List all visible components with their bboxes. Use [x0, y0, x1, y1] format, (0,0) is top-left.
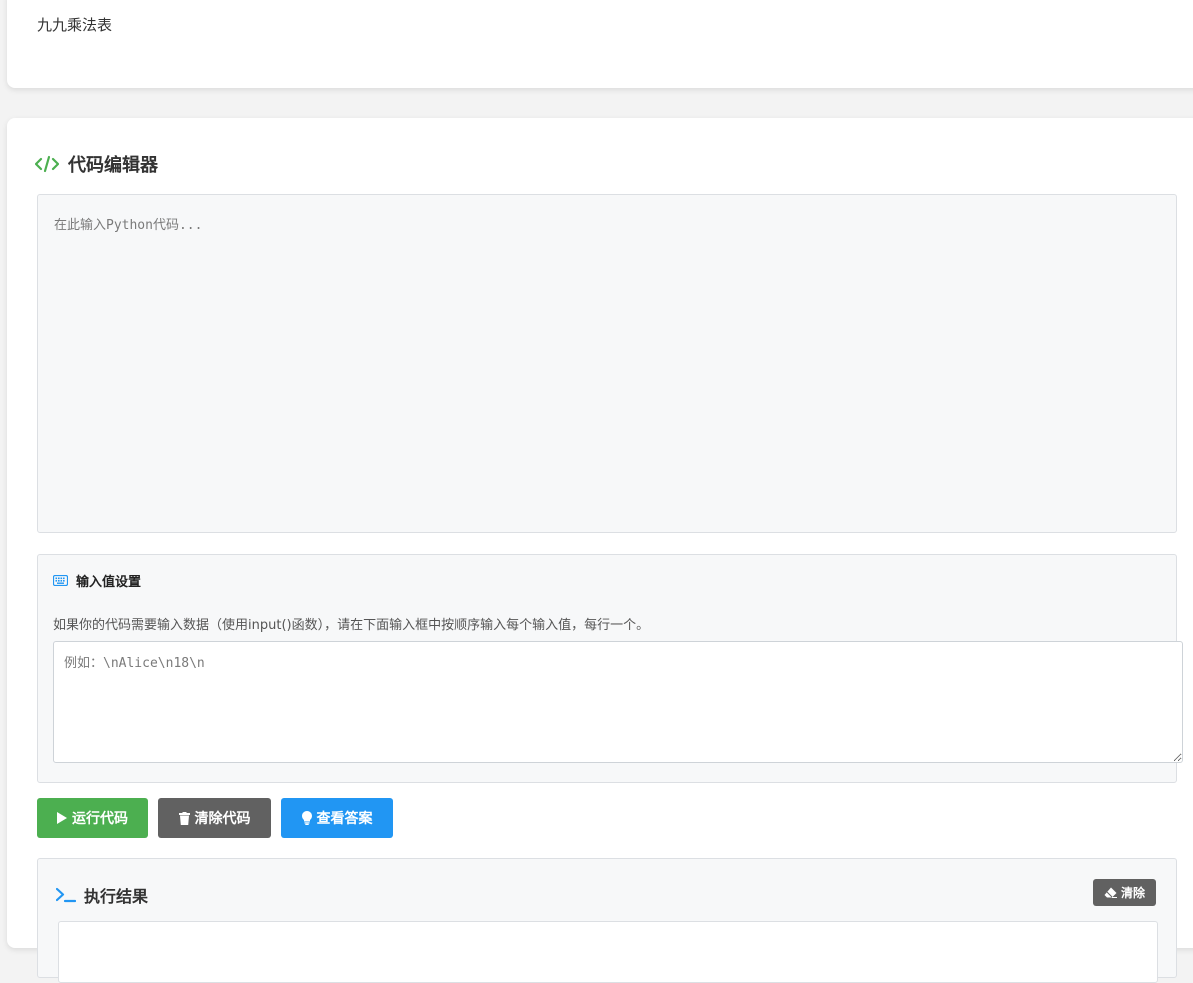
run-code-button[interactable]: 运行代码	[37, 798, 148, 838]
trash-icon	[178, 811, 190, 825]
result-output	[58, 921, 1158, 983]
editor-header: 代码编辑器	[35, 151, 158, 177]
run-code-label: 运行代码	[72, 811, 128, 827]
lightbulb-icon	[301, 811, 312, 825]
keyboard-icon	[53, 575, 68, 586]
play-icon	[57, 812, 67, 824]
terminal-icon	[56, 887, 76, 903]
clear-code-label: 清除代码	[194, 811, 251, 827]
stdin-input-field[interactable]	[53, 641, 1183, 763]
problem-title: 九九乘法表	[37, 16, 113, 34]
clear-result-button[interactable]: 清除	[1093, 879, 1156, 906]
clear-result-label: 清除	[1120, 886, 1145, 900]
input-settings-description: 如果你的代码需要输入数据（使用input()函数），请在下面输入框中按顺序输入每…	[53, 618, 650, 633]
result-title: 执行结果	[84, 887, 149, 906]
code-icon	[35, 155, 59, 173]
editor-title: 代码编辑器	[68, 155, 158, 176]
clear-code-button[interactable]: 清除代码	[158, 798, 271, 838]
result-header: 执行结果	[56, 883, 148, 907]
input-settings-title: 输入值设置	[76, 575, 142, 590]
input-settings-panel: 输入值设置 如果你的代码需要输入数据（使用input()函数），请在下面输入框中…	[37, 554, 1183, 783]
code-editor-card: 代码编辑器 输入值设置 如果你的代码需要输入数据（使用input()函数），请在…	[7, 118, 1193, 983]
view-answer-label: 查看答案	[316, 811, 373, 827]
input-settings-header: 输入值设置	[53, 571, 141, 590]
result-panel: 执行结果 清除	[37, 858, 1177, 983]
eraser-icon	[1104, 887, 1117, 898]
problem-card: 九九乘法表	[7, 0, 1193, 88]
view-answer-button[interactable]: 查看答案	[281, 798, 393, 838]
code-editor-input[interactable]	[37, 194, 1177, 533]
